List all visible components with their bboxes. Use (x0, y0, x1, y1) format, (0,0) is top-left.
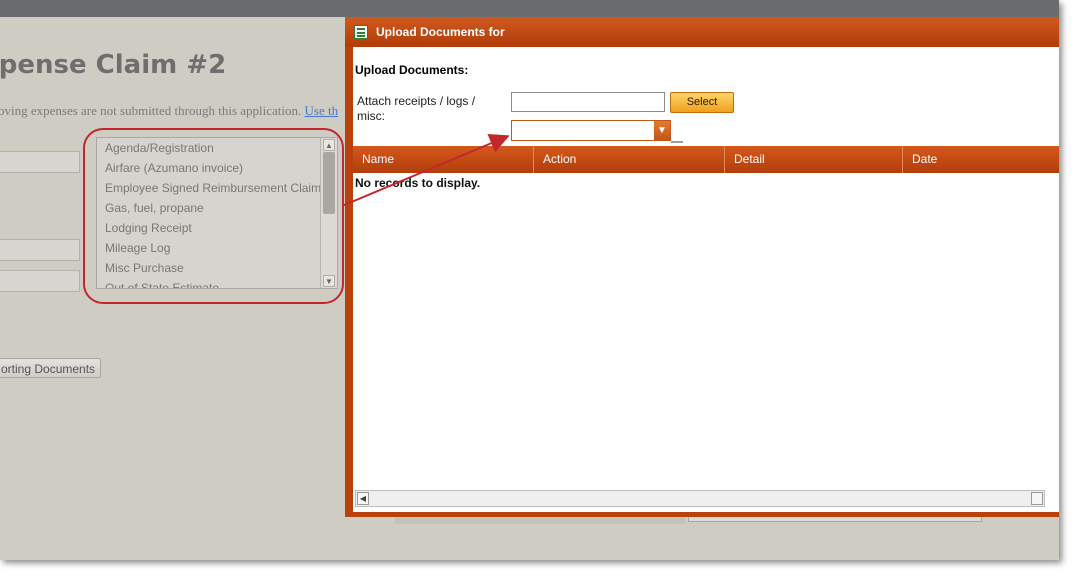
annotation-arrow (341, 133, 510, 207)
arrow-line (341, 133, 510, 207)
screenshot-frame: xpense Claim #2 oving expenses are not s… (0, 0, 1059, 560)
